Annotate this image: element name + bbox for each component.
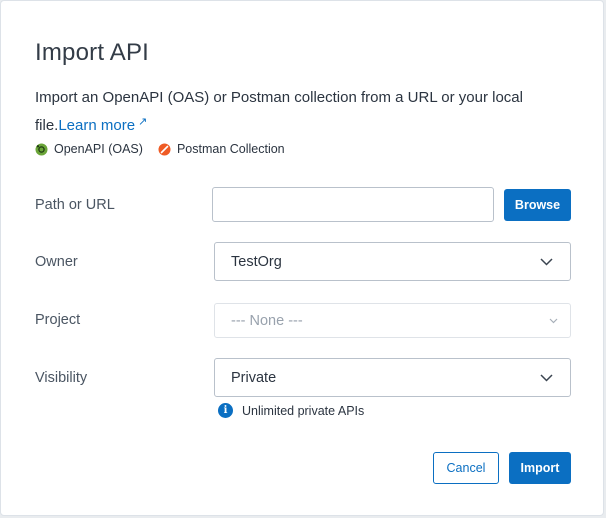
visibility-hint: i Unlimited private APIs <box>218 403 364 418</box>
learn-more-link[interactable]: Learn more ↗ <box>58 116 148 134</box>
format-openapi: OpenAPI (OAS) <box>35 142 143 156</box>
browse-button[interactable]: Browse <box>504 189 571 221</box>
chevron-down-icon <box>549 318 558 323</box>
supported-formats: OpenAPI (OAS) Postman Collection <box>35 142 300 156</box>
learn-more-label: Learn more <box>58 117 136 134</box>
visibility-label: Visibility <box>35 370 88 386</box>
format-openapi-label: OpenAPI (OAS) <box>54 142 143 156</box>
dialog-title: Import API <box>35 39 150 66</box>
external-link-icon: ↗ <box>138 116 148 128</box>
project-select: --- None --- <box>214 303 571 338</box>
import-button[interactable]: Import <box>509 452 571 484</box>
owner-select[interactable]: TestOrg <box>214 242 571 281</box>
owner-label: Owner <box>35 254 78 270</box>
visibility-select[interactable]: Private <box>214 358 571 397</box>
cancel-button[interactable]: Cancel <box>433 452 499 484</box>
format-postman-label: Postman Collection <box>176 142 285 156</box>
format-postman: Postman Collection <box>158 142 285 156</box>
info-icon: i <box>218 403 233 418</box>
chevron-down-icon <box>540 373 553 382</box>
path-label: Path or URL <box>35 197 115 213</box>
dialog-description: Import an OpenAPI (OAS) or Postman colle… <box>35 85 555 138</box>
owner-selected-value: TestOrg <box>231 253 282 270</box>
openapi-icon <box>35 143 48 155</box>
visibility-hint-text: Unlimited private APIs <box>242 403 365 418</box>
visibility-selected-value: Private <box>231 369 277 386</box>
project-selected-value: --- None --- <box>231 312 303 329</box>
chevron-down-icon <box>540 257 553 266</box>
project-label: Project <box>35 312 81 328</box>
path-url-input[interactable] <box>212 187 494 222</box>
postman-icon <box>158 143 171 155</box>
import-api-dialog: Import API Import an OpenAPI (OAS) or Po… <box>0 0 604 516</box>
